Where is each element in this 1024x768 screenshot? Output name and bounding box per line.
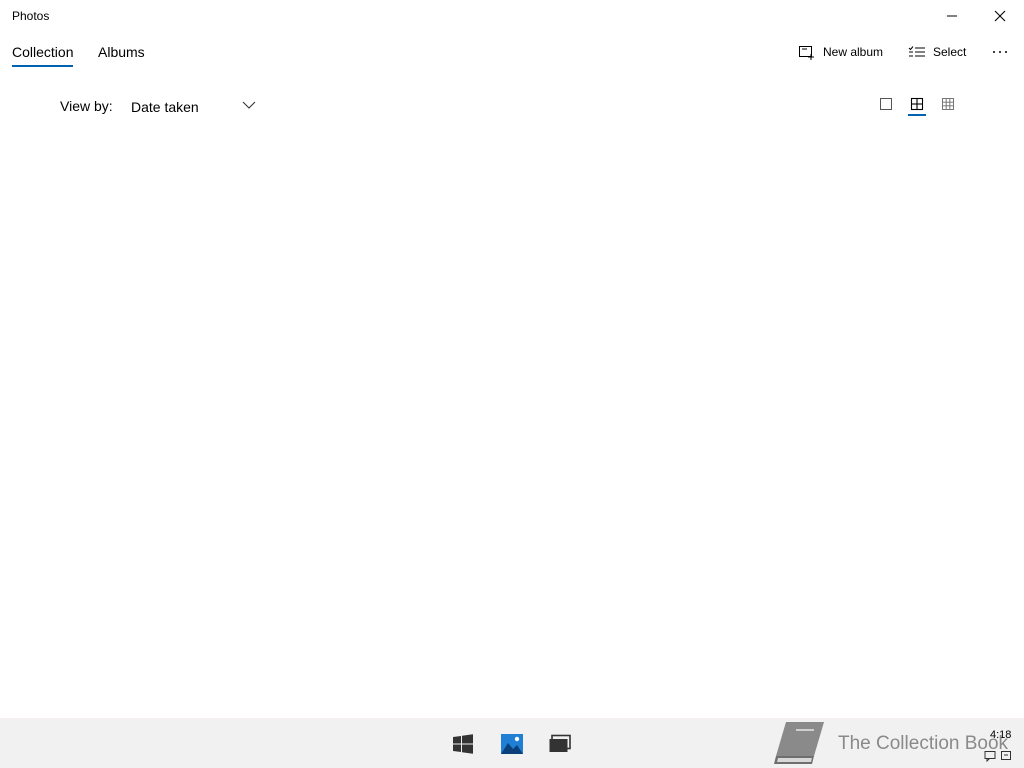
small-tiles-button[interactable] (937, 94, 959, 114)
checklist-icon (908, 46, 925, 57)
single-square-icon (880, 98, 892, 110)
grid-2x2-icon (910, 97, 924, 111)
new-album-icon (799, 46, 814, 60)
tab-albums-label: Albums (98, 44, 145, 60)
tab-collection-label: Collection (12, 44, 74, 60)
taskbar: 4:18 (0, 718, 1024, 768)
more-options-button[interactable] (988, 42, 1012, 62)
selected-size-indicator (908, 114, 926, 116)
minimize-icon (947, 15, 957, 17)
collection-content-area (0, 130, 1024, 715)
view-by-label: View by: (60, 98, 113, 114)
notification-icon[interactable] (984, 750, 996, 762)
view-by-value: Date taken (131, 99, 199, 115)
minimize-button[interactable] (929, 0, 975, 32)
chevron-down-icon (242, 101, 256, 109)
close-button[interactable] (977, 0, 1023, 32)
more-dots-icon (993, 51, 995, 53)
action-center-icon[interactable] (1000, 750, 1012, 762)
task-view-button[interactable] (548, 732, 572, 756)
medium-tiles-button[interactable] (906, 94, 928, 116)
windows-logo-icon (453, 734, 473, 754)
grid-3x3-icon (942, 98, 954, 110)
more-dot (999, 51, 1001, 53)
taskbar-photos-app[interactable] (500, 732, 524, 756)
select-button[interactable]: Select (908, 42, 966, 62)
start-button[interactable] (451, 732, 475, 756)
more-dot (1005, 51, 1007, 53)
clock-time[interactable]: 4:18 (990, 729, 1011, 741)
photos-app-icon (501, 734, 523, 754)
title-bar: Photos (0, 0, 1024, 32)
view-by-dropdown[interactable]: Date taken (131, 96, 261, 118)
tab-albums[interactable]: Albums (98, 44, 145, 68)
close-icon (994, 10, 1006, 22)
tab-collection[interactable]: Collection (12, 44, 74, 68)
select-label: Select (933, 45, 967, 59)
task-view-icon (549, 734, 571, 752)
new-album-button[interactable]: New album (798, 42, 883, 62)
app-title: Photos (12, 9, 50, 23)
new-album-label: New album (823, 45, 884, 59)
large-tiles-button[interactable] (875, 94, 897, 114)
active-tab-indicator (12, 65, 74, 67)
